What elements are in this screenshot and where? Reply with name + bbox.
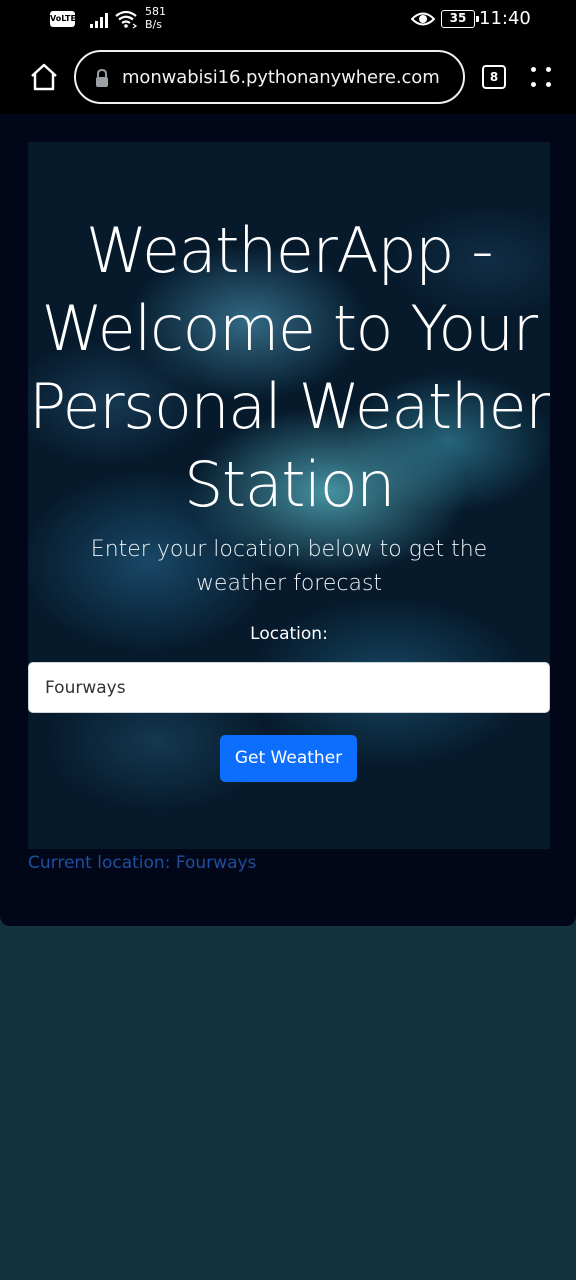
hero-section: WeatherApp - Welcome to Your Personal We… (28, 142, 550, 849)
page-subtitle: Enter your location below to get the wea… (90, 537, 488, 596)
url-text: monwabisi16.pythonanywhere.com (122, 67, 440, 88)
eye-comfort-icon (411, 12, 435, 26)
page-card: WeatherApp - Welcome to Your Personal We… (0, 114, 576, 926)
volte-icon: VoLTE (50, 11, 76, 27)
menu-icon[interactable] (528, 64, 554, 90)
location-label: Location: (250, 624, 328, 644)
page-title: WeatherApp - Welcome to Your Personal We… (28, 214, 550, 521)
tab-switcher-button[interactable]: 8 (482, 65, 506, 89)
lock-icon (96, 68, 108, 87)
current-location-text: Current location: Fourways (28, 853, 257, 873)
location-input[interactable] (28, 662, 550, 713)
signal-icon (90, 13, 108, 28)
get-weather-button[interactable]: Get Weather (220, 735, 357, 782)
clock: 11:40 (479, 8, 531, 29)
browser-toolbar: monwabisi16.pythonanywhere.com 8 (0, 40, 576, 114)
home-icon[interactable] (28, 62, 60, 92)
status-bar: VoLTE 581 B/s 35 11:40 (0, 0, 576, 40)
battery-icon: 35 (441, 10, 479, 28)
network-speed: 581 B/s (145, 5, 166, 31)
address-bar[interactable]: monwabisi16.pythonanywhere.com (74, 50, 465, 104)
wifi-icon (115, 10, 138, 29)
